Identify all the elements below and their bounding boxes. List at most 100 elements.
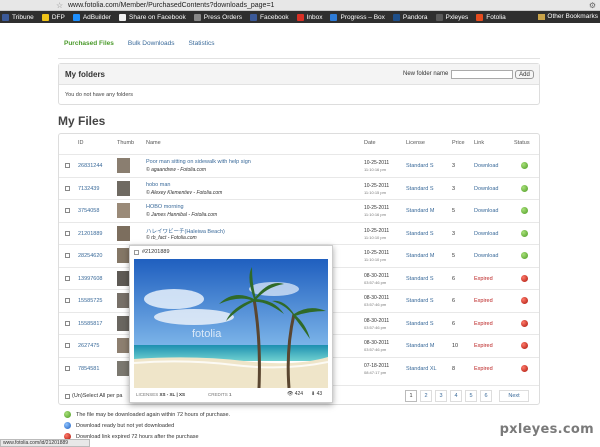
file-time: 08:47:17 pm — [364, 369, 387, 375]
header-id[interactable]: ID — [78, 140, 84, 146]
file-license-link[interactable]: Standard S — [406, 186, 434, 192]
row-checkbox[interactable] — [65, 365, 70, 371]
row-checkbox[interactable] — [65, 163, 70, 168]
folders-empty-text: You do not have any folders — [65, 92, 133, 98]
bookmark-item[interactable]: Inbox — [296, 13, 322, 21]
file-author: © James Hannibal - Fotolia.com — [146, 212, 218, 218]
page-button[interactable]: 5 — [465, 390, 477, 402]
file-id-link[interactable]: 13997608 — [78, 276, 102, 282]
url-text[interactable]: www.fotolia.com/Member/PurchasedContents… — [68, 0, 274, 11]
add-folder-button[interactable]: Add — [515, 70, 534, 79]
file-download-link[interactable]: Download — [474, 231, 498, 237]
row-checkbox[interactable] — [65, 320, 70, 326]
bookmark-item[interactable]: Share on Facebook — [119, 13, 186, 21]
file-id-link[interactable]: 21201889 — [78, 231, 102, 237]
file-license-link[interactable]: Standard S — [406, 163, 434, 169]
bookmark-item[interactable]: Pandora — [392, 13, 428, 21]
select-all-checkbox[interactable] — [65, 394, 70, 399]
file-id-link[interactable]: 15585725 — [78, 298, 102, 304]
file-download-link[interactable]: Expired — [474, 321, 493, 327]
file-download-link[interactable]: Download — [474, 208, 498, 214]
tab-bulk-downloads[interactable]: Bulk Downloads — [128, 40, 175, 47]
header-name[interactable]: Name — [146, 140, 161, 146]
file-license-link[interactable]: Standard S — [406, 321, 434, 327]
file-license-link[interactable]: Standard XL — [406, 366, 437, 372]
bookmark-item[interactable]: Fotolia — [476, 13, 506, 21]
file-thumbnail[interactable] — [117, 225, 130, 241]
file-license-link[interactable]: Standard M — [406, 253, 434, 259]
file-id-link[interactable]: 26831244 — [78, 163, 102, 169]
bookmark-favicon-icon — [435, 13, 443, 21]
preview-checkbox[interactable] — [134, 250, 139, 255]
image-preview-popup: #21201889 fotolia LICENSES XS - XL | XS … — [129, 245, 333, 403]
file-download-link[interactable]: Download — [474, 186, 498, 192]
file-id-link[interactable]: 7854581 — [78, 366, 99, 372]
file-date: 10-25-2011 — [364, 205, 390, 211]
wrench-icon[interactable]: ⚙ — [589, 0, 596, 11]
header-license[interactable]: License — [406, 140, 425, 146]
row-checkbox[interactable] — [65, 230, 70, 236]
row-checkbox[interactable] — [65, 253, 70, 258]
bookmark-item[interactable]: AdBuilder — [72, 13, 111, 21]
file-license-link[interactable]: Standard S — [406, 231, 434, 237]
tab-purchased-files[interactable]: Purchased Files — [64, 40, 114, 47]
bookmark-item[interactable]: Progress – Box — [330, 13, 385, 21]
table-row: 3754058 HOBO morning © James Hannibal - Fo… — [59, 199, 539, 222]
bookmark-item[interactable]: Tribune — [2, 13, 34, 21]
file-thumbnail[interactable] — [117, 203, 130, 218]
file-download-link[interactable]: Expired — [474, 343, 493, 349]
row-checkbox[interactable] — [65, 185, 70, 191]
bookmark-item[interactable]: DFP — [41, 13, 65, 21]
row-checkbox[interactable] — [65, 298, 70, 303]
file-thumbnail[interactable] — [117, 158, 130, 173]
row-checkbox[interactable] — [65, 208, 70, 213]
header-date[interactable]: Date — [364, 140, 376, 146]
row-checkbox[interactable] — [65, 275, 70, 281]
file-download-link[interactable]: Expired — [474, 276, 493, 282]
page-button[interactable]: 6 — [480, 390, 492, 402]
page-button[interactable]: 1 — [405, 390, 417, 402]
page-button[interactable]: 4 — [450, 390, 462, 402]
file-license-link[interactable]: Standard S — [406, 298, 434, 304]
file-download-link[interactable]: Download — [474, 253, 498, 259]
bookmark-item[interactable]: Facebook — [250, 13, 289, 21]
file-id-link[interactable]: 28254620 — [78, 253, 102, 259]
next-page-button[interactable]: Next — [499, 390, 529, 402]
file-name-link[interactable]: HOBO morning — [146, 204, 184, 210]
bookmark-star-icon[interactable]: ☆ — [56, 0, 63, 11]
browser-address-bar[interactable]: ☆ www.fotolia.com/Member/PurchasedConten… — [0, 0, 600, 11]
file-thumbnail[interactable] — [117, 180, 130, 196]
file-download-link[interactable]: Download — [474, 163, 498, 169]
file-id-link[interactable]: 7132439 — [78, 186, 99, 192]
bookmark-favicon-icon — [296, 13, 304, 21]
page-button[interactable]: 3 — [435, 390, 447, 402]
row-checkbox[interactable] — [65, 343, 70, 348]
file-license-link[interactable]: Standard M — [406, 208, 434, 214]
file-download-link[interactable]: Expired — [474, 366, 493, 372]
preview-id: #21201889 — [142, 249, 170, 255]
file-name-link[interactable]: Poor man sitting on sidewalk with help s… — [146, 159, 251, 165]
other-bookmarks[interactable]: Other Bookmarks — [538, 11, 598, 23]
file-id-link[interactable]: 15585817 — [78, 321, 102, 327]
page-button[interactable]: 2 — [420, 390, 432, 402]
tab-statistics[interactable]: Statistics — [188, 40, 214, 47]
bookmark-item[interactable]: Press Orders — [193, 13, 242, 21]
file-date: 10-25-2011 — [364, 250, 390, 256]
header-price[interactable]: Price — [452, 140, 465, 146]
file-time: 03:57:46 pm — [364, 324, 387, 330]
new-folder-input[interactable] — [451, 70, 513, 79]
file-id-link[interactable]: 3754058 — [78, 208, 99, 214]
file-download-link[interactable]: Expired — [474, 298, 493, 304]
file-date: 10-25-2011 — [364, 182, 390, 189]
file-license-link[interactable]: Standard S — [406, 276, 434, 282]
file-license-link[interactable]: Standard M — [406, 343, 434, 349]
select-all-label[interactable]: (Un)Select All per pa — [72, 393, 122, 399]
file-name-link[interactable]: ハレイワビーチ(Haleiwa Beach) — [146, 227, 225, 235]
folders-title: My folders — [65, 70, 106, 79]
file-id-link[interactable]: 2627475 — [78, 343, 99, 349]
file-price: 6 — [452, 320, 456, 327]
table-row: 26831244 Poor man sitting on sidewalk wit… — [59, 154, 539, 177]
file-name-link[interactable]: hobo man — [146, 182, 170, 188]
new-folder-label: New folder name — [403, 71, 449, 77]
bookmark-item[interactable]: Pxleyes — [435, 13, 468, 21]
